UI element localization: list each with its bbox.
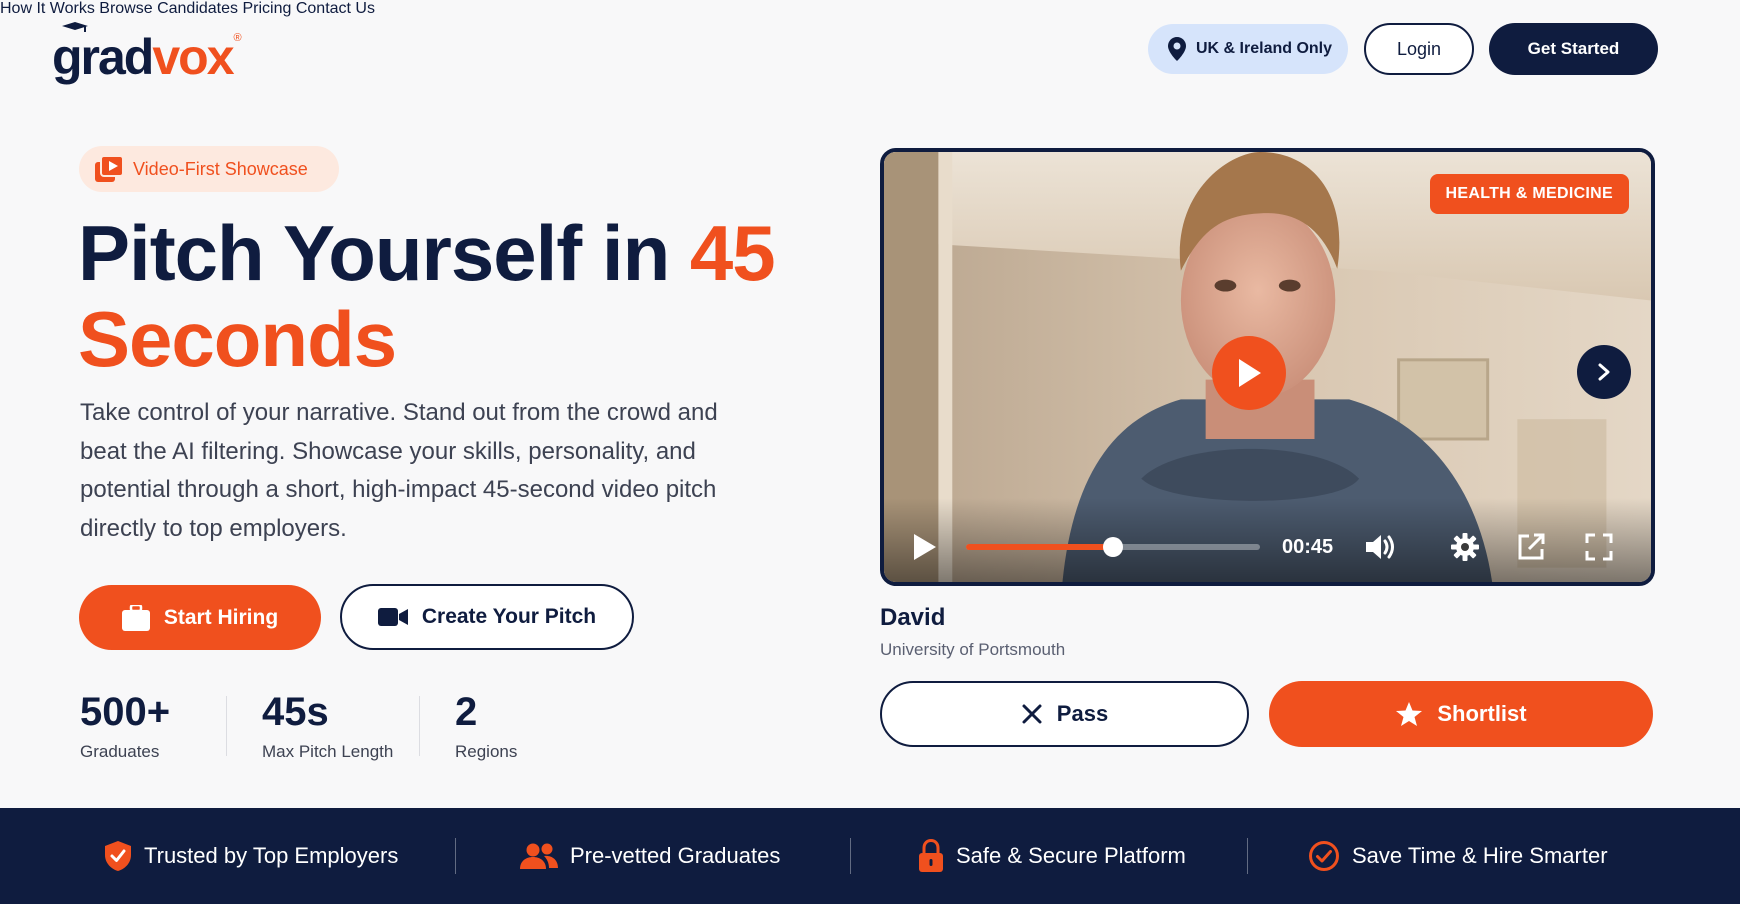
map-pin-icon bbox=[1168, 37, 1186, 61]
candidate-name: David bbox=[880, 604, 946, 631]
start-hiring-button[interactable]: Start Hiring bbox=[79, 585, 321, 650]
create-pitch-label: Create Your Pitch bbox=[421, 605, 597, 628]
play-icon bbox=[1239, 359, 1261, 387]
trust-divider bbox=[850, 838, 851, 874]
hero-lead: Take control of your narrative. Stand ou… bbox=[80, 399, 718, 542]
site-header: grad vox ® How It Works Browse Candidate… bbox=[0, 0, 1740, 100]
main-nav: How It Works Browse Candidates Pricing C… bbox=[0, 0, 1740, 18]
get-started-button[interactable]: Get Started bbox=[1489, 23, 1658, 75]
video-controls: 00:45 bbox=[884, 498, 1651, 582]
progress-fill bbox=[966, 544, 1113, 550]
trust-label: Safe & Secure Platform bbox=[956, 843, 1186, 868]
close-icon bbox=[1022, 704, 1042, 724]
nav-contact-us[interactable]: Contact Us bbox=[296, 0, 375, 17]
region-pill[interactable]: UK & Ireland Only bbox=[1148, 24, 1348, 74]
category-tag: HEALTH & MEDICINE bbox=[1429, 174, 1629, 214]
trust-label: Pre-vetted Graduates bbox=[570, 843, 781, 868]
stat-divider bbox=[419, 696, 420, 756]
logo-text-grad: grad bbox=[52, 29, 154, 85]
stat-label: Max Pitch Length bbox=[262, 742, 394, 761]
hero-title-part2: Seconds bbox=[78, 295, 397, 383]
nav-browse-candidates[interactable]: Browse Candidates bbox=[99, 0, 238, 17]
users-icon bbox=[520, 843, 558, 869]
pass-button[interactable]: Pass bbox=[880, 681, 1249, 747]
create-pitch-button[interactable]: Create Your Pitch bbox=[340, 584, 634, 650]
star-icon bbox=[1396, 702, 1423, 726]
play-icon[interactable] bbox=[912, 532, 938, 562]
trust-bar: Trusted by Top Employers Pre-vetted Grad… bbox=[0, 808, 1740, 904]
candidate-university: University of Portsmouth bbox=[880, 640, 1066, 659]
trust-label: Trusted by Top Employers bbox=[144, 843, 399, 868]
fullscreen-icon[interactable] bbox=[1584, 532, 1614, 562]
video-first-badge: Video-First Showcase bbox=[79, 146, 339, 192]
video-player[interactable]: HEALTH & MEDICINE 00:45 bbox=[880, 148, 1655, 586]
video-camera-icon bbox=[377, 608, 408, 626]
trust-item-employers: Trusted by Top Employers bbox=[104, 838, 398, 874]
stat-graduates: 500+ Graduates bbox=[80, 688, 170, 762]
video-time: 00:45 bbox=[1282, 536, 1334, 558]
settings-gear-icon[interactable] bbox=[1450, 532, 1480, 562]
stat-regions: 2 Regions bbox=[455, 688, 517, 762]
lock-icon bbox=[919, 839, 943, 872]
shield-check-icon bbox=[105, 841, 131, 871]
trust-item-secure: Safe & Secure Platform bbox=[918, 838, 1186, 874]
nav-how-it-works[interactable]: How It Works bbox=[0, 0, 95, 17]
badge-label: Video-First Showcase bbox=[133, 158, 308, 179]
graduation-cap-icon bbox=[62, 22, 88, 32]
progress-handle[interactable] bbox=[1103, 537, 1123, 557]
logo-text-vox: vox bbox=[152, 29, 234, 85]
hero-title-part1: Pitch Yourself in bbox=[78, 209, 690, 297]
stat-value: 45s bbox=[262, 690, 329, 734]
trust-label: Save Time & Hire Smarter bbox=[1352, 843, 1608, 868]
check-circle-icon bbox=[1309, 841, 1339, 871]
briefcase-icon bbox=[121, 604, 150, 631]
stat-max-pitch: 45s Max Pitch Length bbox=[262, 688, 393, 762]
login-button[interactable]: Login bbox=[1364, 23, 1474, 75]
external-link-icon[interactable] bbox=[1516, 532, 1546, 562]
next-candidate-button[interactable] bbox=[1577, 345, 1631, 399]
trust-item-graduates: Pre-vetted Graduates bbox=[520, 838, 780, 874]
volume-icon[interactable] bbox=[1364, 532, 1398, 562]
progress-bar[interactable] bbox=[966, 537, 1260, 557]
gradvox-logo[interactable]: grad vox ® bbox=[52, 18, 242, 82]
shortlist-button[interactable]: Shortlist bbox=[1269, 681, 1653, 747]
video-library-icon bbox=[95, 156, 123, 182]
play-button[interactable] bbox=[1212, 336, 1286, 410]
stat-value: 2 bbox=[455, 690, 478, 734]
stat-label: Graduates bbox=[80, 742, 160, 761]
pass-label: Pass bbox=[1056, 701, 1109, 726]
shortlist-label: Shortlist bbox=[1437, 701, 1527, 726]
trust-divider bbox=[455, 838, 456, 874]
hero-title: Pitch Yourself in 45 Seconds bbox=[78, 210, 798, 382]
region-label: UK & Ireland Only bbox=[1196, 40, 1333, 57]
nav-pricing[interactable]: Pricing bbox=[242, 0, 291, 17]
trust-item-save-time: Save Time & Hire Smarter bbox=[1308, 838, 1608, 874]
hero-title-highlight: 45 bbox=[689, 209, 776, 297]
stat-value: 500+ bbox=[80, 690, 171, 734]
start-hiring-label: Start Hiring bbox=[163, 605, 279, 629]
stat-label: Regions bbox=[455, 742, 518, 761]
logo-registered-mark: ® bbox=[233, 32, 242, 44]
trust-divider bbox=[1247, 838, 1248, 874]
stat-divider bbox=[226, 696, 227, 756]
chevron-right-icon bbox=[1598, 363, 1610, 381]
